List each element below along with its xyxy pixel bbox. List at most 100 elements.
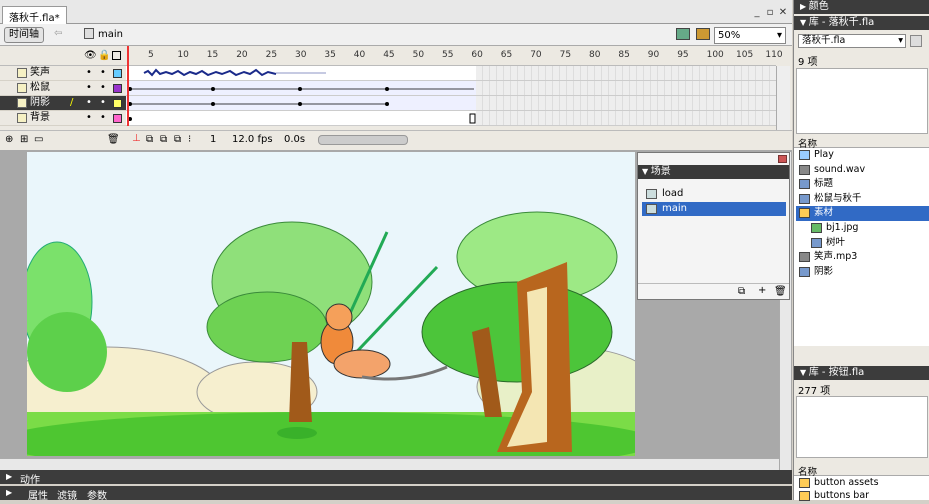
trash-icon[interactable]: 🗑 — [107, 134, 120, 145]
add-layer-icon[interactable]: ⊕ — [5, 134, 13, 145]
library-panel-bar[interactable]: ▼ 库 - 落秋千.fla — [794, 16, 929, 30]
outline-icon[interactable] — [112, 51, 121, 60]
layer-row[interactable]: 松鼠 • • — [0, 81, 126, 96]
library-select[interactable]: 落秋千.fla ▾ — [798, 34, 906, 48]
visibility-dot[interactable]: • — [86, 81, 92, 95]
lock-icon[interactable]: 🔒 — [98, 50, 110, 61]
layer-icon — [17, 68, 27, 78]
color-panel-bar[interactable]: ▶ 颜色 — [794, 0, 929, 14]
frame-ruler[interactable]: 5 10 15 20 25 30 35 40 45 50 55 60 65 70 75 80 85 90 95 100… — [126, 46, 806, 66]
actions-panel-bar[interactable]: ▶ 动作 — [0, 470, 792, 486]
pin-icon[interactable] — [910, 35, 922, 47]
library-item-label: sound.wav — [814, 163, 866, 175]
library2-name-header[interactable]: 名称 — [794, 464, 929, 478]
library2-item-label: buttons bar — [814, 490, 870, 501]
timeline-toggle-button[interactable]: 时间轴 — [4, 27, 44, 43]
edit-symbols-icon[interactable] — [696, 28, 710, 40]
library-item[interactable]: 笑声.mp3 — [796, 250, 929, 265]
library-item-label: 笑声.mp3 — [814, 251, 858, 263]
library-item[interactable]: sound.wav — [796, 163, 929, 178]
layer-row[interactable]: 背景 • • — [0, 111, 126, 126]
library-item[interactable]: 松鼠与秋千 — [796, 192, 929, 207]
onion-skin-icon[interactable]: ⧉ — [146, 134, 153, 145]
center-frame-icon[interactable]: ⊥ — [132, 133, 141, 144]
empty-frames[interactable] — [476, 81, 776, 96]
scene-icon — [646, 204, 657, 214]
visibility-dot[interactable]: • — [86, 111, 92, 125]
frame-row-squirrel[interactable] — [126, 81, 476, 96]
library2-item[interactable]: buttons bar — [796, 489, 929, 504]
ruler-tick: 15 — [206, 50, 219, 60]
library-list: Play sound.wav 标题松鼠与秋千 素材 bj1.jpg 树叶笑声.mp3 阴影 — [794, 148, 929, 346]
properties-panel-bar: ▶ 属性 滤镜 参数 — [0, 486, 792, 502]
bitmap-icon — [811, 223, 822, 233]
frame-row-shadow[interactable] — [126, 96, 476, 111]
scene-panel-title[interactable]: ▼ 场景 — [638, 165, 789, 179]
minimize-icon[interactable]: _ — [752, 8, 762, 18]
lock-dot[interactable]: • — [100, 81, 106, 95]
layer-name: 阴影 — [30, 97, 50, 108]
layer-color-swatch[interactable] — [113, 99, 122, 108]
library2-item-label: button assets — [814, 477, 879, 488]
ruler-tick: 85 — [618, 50, 630, 60]
layer-color-swatch[interactable] — [113, 69, 122, 78]
layer-color-swatch[interactable] — [113, 114, 122, 123]
lock-dot[interactable]: • — [100, 66, 106, 80]
library-item[interactable]: 素材 — [796, 206, 929, 221]
library-item-label: 树叶 — [826, 236, 846, 248]
playhead[interactable] — [127, 46, 129, 126]
lock-dot[interactable]: • — [100, 111, 106, 125]
movieclip-icon — [799, 179, 810, 190]
frame-row-bg[interactable] — [126, 111, 476, 126]
visibility-dot[interactable]: • — [86, 96, 92, 110]
onion-markers-icon[interactable]: ⁝ — [188, 134, 191, 145]
eye-icon[interactable]: 👁 — [84, 50, 97, 61]
frame-row-sound[interactable] — [126, 66, 476, 81]
delete-scene-icon[interactable]: 🗑 — [774, 286, 787, 297]
document-tab[interactable]: 落秋千.fla* — [2, 6, 67, 24]
library-count: 9 项 — [798, 57, 818, 68]
library-item[interactable]: bj1.jpg — [796, 221, 929, 236]
stage-hscroll[interactable] — [0, 458, 779, 470]
close-icon[interactable]: ✕ — [778, 8, 788, 18]
timeline-vscroll[interactable] — [776, 66, 790, 130]
stage-canvas[interactable] — [27, 152, 635, 456]
library-name-header[interactable]: 名称 — [794, 136, 929, 150]
layer-color-swatch[interactable] — [113, 84, 122, 93]
frame-rate[interactable]: 12.0 fps — [232, 134, 273, 145]
duplicate-scene-icon[interactable]: ⧉ — [738, 286, 745, 297]
edit-scene-icon[interactable] — [676, 28, 690, 40]
library-item[interactable]: 树叶 — [796, 236, 929, 251]
layer-row[interactable]: 笑声 • • — [0, 66, 126, 81]
edit-multiple-icon[interactable]: ⧉ — [174, 134, 181, 145]
library-item-label: 标题 — [814, 178, 834, 190]
ruler-tick: 90 — [647, 50, 660, 60]
onion-outline-icon[interactable]: ⧉ — [160, 134, 167, 145]
empty-frames[interactable] — [476, 66, 776, 81]
timeline-hscroll[interactable] — [318, 135, 408, 145]
library-item[interactable]: 阴影 — [796, 265, 929, 280]
elapsed-time: 0.0s — [284, 134, 306, 145]
zoom-select[interactable]: 50% ▾ — [714, 27, 786, 44]
visibility-dot[interactable]: • — [86, 66, 92, 80]
ruler-tick: 30 — [295, 50, 307, 60]
layer-icon — [17, 98, 27, 108]
layer-row[interactable]: 阴影 / • • — [0, 96, 126, 111]
add-scene-icon[interactable]: + — [758, 285, 766, 296]
empty-frames[interactable] — [476, 111, 776, 126]
library-item[interactable]: 标题 — [796, 177, 929, 192]
back-arrow-icon[interactable]: ⇦ — [54, 28, 62, 39]
scene-breadcrumb[interactable]: main — [98, 29, 123, 40]
expand-arrow-icon[interactable]: ▶ — [6, 488, 12, 497]
restore-icon[interactable]: ▫ — [765, 8, 775, 18]
add-guide-icon[interactable]: ⊞ — [20, 134, 28, 145]
lock-dot[interactable]: • — [100, 96, 106, 110]
add-folder-icon[interactable]: ▭ — [34, 134, 43, 145]
library2-panel-bar[interactable]: ▼ 库 - 按钮.fla — [794, 366, 929, 380]
current-frame: 1 — [210, 134, 217, 145]
library-item[interactable]: Play — [796, 148, 929, 163]
scene-item[interactable]: main — [642, 202, 786, 216]
empty-frames[interactable] — [476, 96, 776, 111]
scene-item[interactable]: load — [642, 187, 786, 201]
panel-close-icon[interactable] — [778, 155, 787, 163]
